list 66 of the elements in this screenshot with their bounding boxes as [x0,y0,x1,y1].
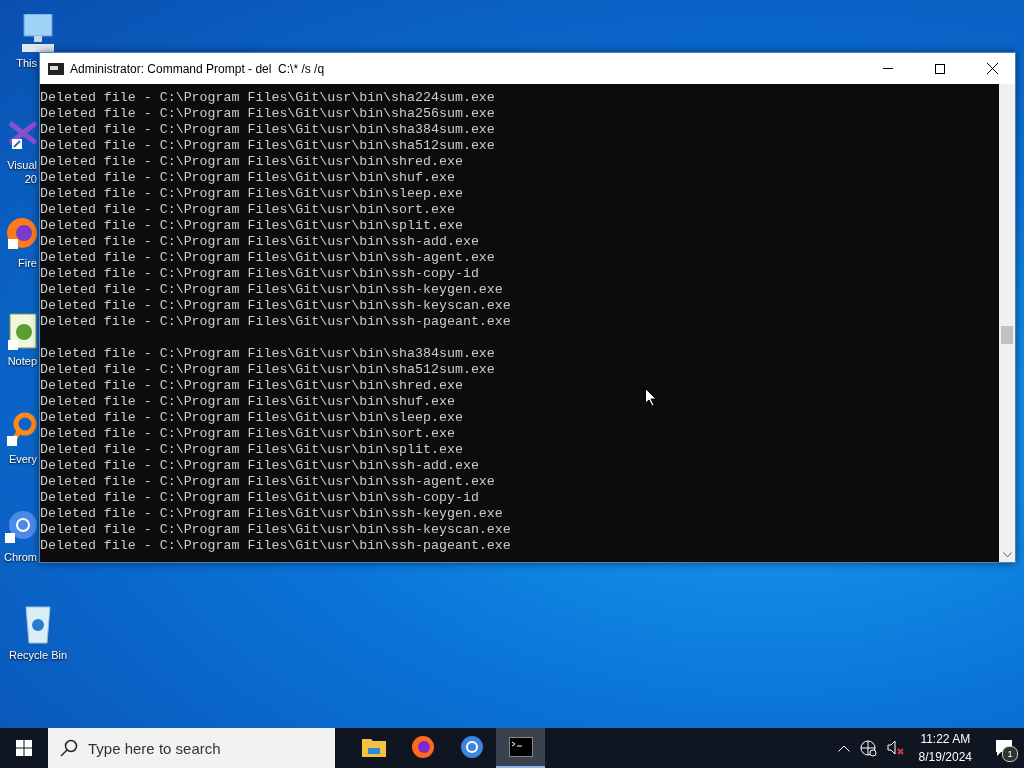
console-line: Deleted file - C:\Program Files\Git\usr\bin\sha256sum.exe [40,106,495,122]
console-line: Deleted file - C:\Program Files\Git\usr\bin\sort.exe [40,426,455,442]
console-line: Deleted file - C:\Program Files\Git\usr\bin\ssh-add.exe [40,458,479,474]
notepad-icon [8,312,37,350]
maximize-icon [935,63,945,74]
search-icon [60,739,78,757]
console-line: Deleted file - C:\Program Files\Git\usr\bin\sleep.exe [40,410,463,426]
scrollbar[interactable] [999,84,1015,562]
window-title: Administrator: Command Prompt - del C:\* /s /q [70,61,326,76]
taskbar-app-button[interactable] [496,728,545,768]
console-line: Deleted file - C:\Program Files\Git\usr\bin\shred.exe [40,378,463,394]
fox-icon [410,735,435,759]
computer-icon [22,14,54,52]
console-line: Deleted file - C:\Program Files\Git\usr\bin\sha512sum.exe [40,138,495,154]
desktop-icon-label[interactable]: This [16,56,37,70]
desktop-icon-label[interactable]: 20 [24,172,37,186]
volume-button[interactable] [884,740,907,756]
magnifier-icon [7,412,37,446]
notifications-button[interactable]: 1 [984,728,1024,768]
console-line: Deleted file - C:\Program Files\Git\usr\bin\ssh-agent.exe [40,474,495,490]
console-line: Deleted file - C:\Program Files\Git\usr\bin\sha224sum.exe [40,90,495,106]
desktop-icon-label[interactable]: Recycle Bin [8,648,68,662]
clock[interactable]: 11:22 AM 8/19/2024 [912,730,978,766]
globe-icon [859,739,877,757]
console-line: Deleted file - C:\Program Files\Git\usr\bin\ssh-keyscan.exe [40,522,511,538]
console-line: Deleted file - C:\Program Files\Git\usr\bin\shred.exe [40,154,463,170]
console-line: Deleted file - C:\Program Files\Git\usr\bin\ssh-copy-id [40,266,479,282]
desktop-icon-label[interactable]: Visual [7,158,37,172]
console-line: Deleted file - C:\Program Files\Git\usr\bin\ssh-copy-id [40,490,479,506]
mouse-pointer-icon [645,388,657,407]
desktop-icon-label[interactable]: Notep [7,354,37,368]
notification-count: 1 [1002,746,1018,762]
console-line: Deleted file - C:\Program Files\Git\usr\bin\sha384sum.exe [40,122,495,138]
console-icon [48,62,64,75]
console-line: Deleted file - C:\Program Files\Git\usr\bin\ssh-pageant.exe [40,538,511,554]
console-icon [508,737,533,757]
desktop-icon-label[interactable]: Every [8,452,37,466]
console-line: Deleted file - C:\Program Files\Git\usr\bin\sleep.exe [40,186,463,202]
muted-speaker-icon [886,740,905,756]
console-line: Deleted file - C:\Program Files\Git\usr\bin\ssh-agent.exe [40,250,495,266]
network-button[interactable] [857,739,879,757]
console-line: Deleted file - C:\Program Files\Git\usr\bin\ssh-add.exe [40,234,479,250]
console-line: Deleted file - C:\Program Files\Git\usr\bin\shuf.exe [40,170,455,186]
recycle-bin-icon [25,606,51,644]
folder-icon [361,737,386,757]
console-line: Deleted file - C:\Program Files\Git\usr\bin\sort.exe [40,202,455,218]
minimize-icon [883,68,893,69]
console-line: Deleted file - C:\Program Files\Git\usr\bin\sha384sum.exe [40,346,495,362]
console-line: Deleted file - C:\Program Files\Git\usr\bin\ssh-keygen.exe [40,506,503,522]
chromium-icon [5,511,37,543]
desktop-icon-label[interactable]: Fire [18,256,37,270]
chevron-up-icon [837,744,850,752]
desktop-icon-label[interactable]: Chrom [4,550,37,564]
console-line: Deleted file - C:\Program Files\Git\usr\bin\split.exe [40,218,463,234]
console-line: Deleted file - C:\Program Files\Git\usr\bin\sha512sum.exe [40,362,495,378]
console-line: Deleted file - C:\Program Files\Git\usr\bin\shuf.exe [40,394,455,410]
console-line: Deleted file - C:\Program Files\Git\usr\bin\ssh-keyscan.exe [40,298,511,314]
fox-icon [7,217,37,249]
close-icon [986,63,998,74]
console-line: Deleted file - C:\Program Files\Git\usr\bin\split.exe [40,442,463,458]
scrollbar-thumb[interactable] [1001,326,1013,344]
console-line: Deleted file - C:\Program Files\Git\usr\bin\ssh-pageant.exe [40,314,511,330]
console-line: Deleted file - C:\Program Files\Git\usr\bin\ssh-keygen.exe [40,282,503,298]
windows-logo-icon [16,740,32,756]
chromium-icon [459,735,484,759]
search-field[interactable]: Type here to search [48,728,335,768]
